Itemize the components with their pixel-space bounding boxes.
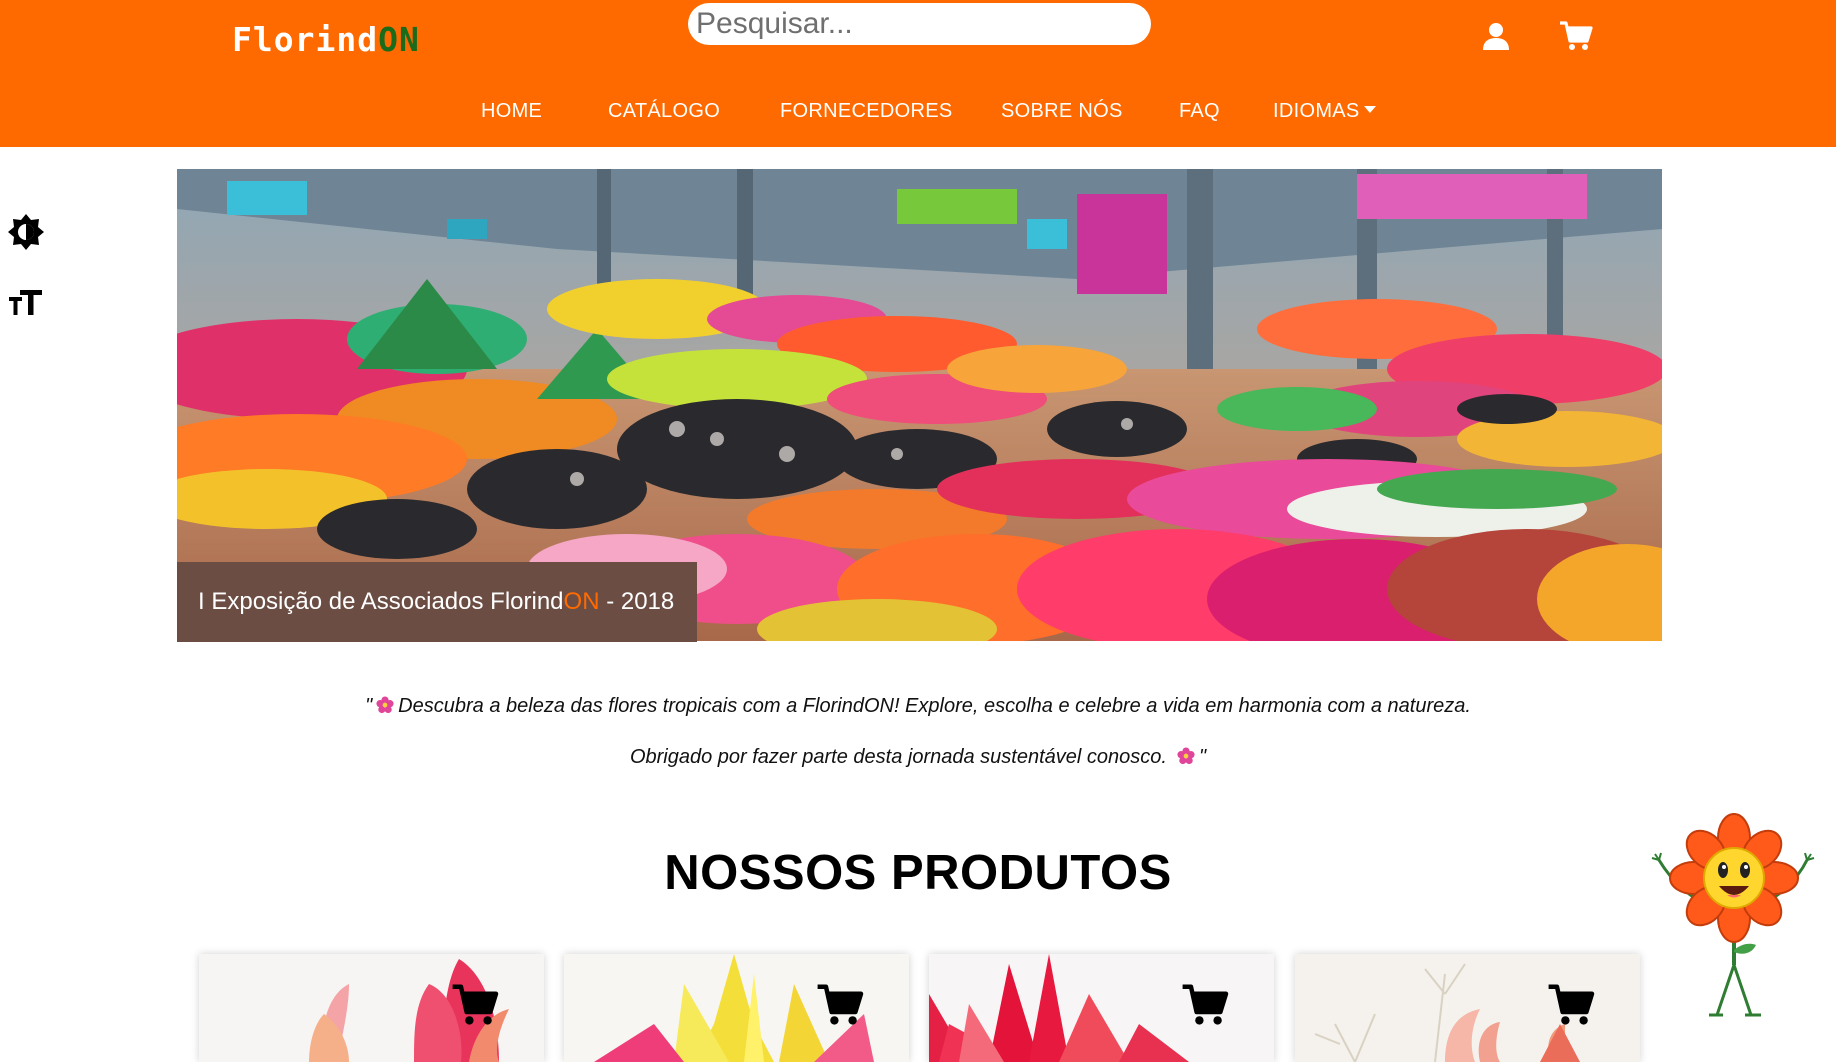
product-card[interactable] — [199, 954, 544, 1062]
main-nav: HOME CATÁLOGO FORNECEDORES SOBRE NÓS FAQ… — [0, 100, 1836, 126]
flower-icon — [376, 696, 394, 714]
quote-close-mark: " — [1198, 746, 1207, 768]
cart-icon[interactable] — [1558, 18, 1594, 54]
product-card[interactable] — [929, 954, 1274, 1062]
nav-home[interactable]: HOME — [481, 100, 542, 123]
quote-line-2: Obrigado por fazer parte desta jornada s… — [0, 746, 1836, 769]
nav-fornecedores[interactable]: FORNECEDORES — [780, 100, 953, 123]
add-to-cart-icon[interactable] — [1180, 984, 1230, 1031]
nav-sobre-nos[interactable]: SOBRE NÓS — [1001, 100, 1123, 123]
user-icon[interactable] — [1478, 18, 1514, 54]
quote-text-2: Obrigado por fazer parte desta jornada s… — [629, 746, 1167, 768]
nav-faq[interactable]: FAQ — [1179, 100, 1220, 123]
product-card[interactable] — [1295, 954, 1640, 1062]
add-to-cart-icon[interactable] — [1546, 984, 1596, 1031]
add-to-cart-icon[interactable] — [450, 984, 500, 1031]
nav-catalogo[interactable]: CATÁLOGO — [608, 100, 720, 123]
contrast-icon[interactable] — [6, 212, 46, 252]
quote-open-mark: " — [365, 695, 373, 717]
hero-caption-text: I Exposição de Associados Florind — [198, 588, 564, 615]
quote-line-1: " Descubra a beleza das flores tropicais … — [0, 695, 1836, 718]
nav-idiomas[interactable]: IDIOMAS — [1273, 100, 1376, 123]
hero-caption-on: ON — [563, 588, 600, 615]
quote-text-1: Descubra a beleza das flores tropicais c… — [398, 695, 1471, 717]
logo-text-on: ON — [378, 20, 420, 59]
flower-mascot-icon[interactable] — [1651, 800, 1817, 1022]
add-to-cart-icon[interactable] — [815, 984, 865, 1031]
nav-idiomas-label: IDIOMAS — [1273, 100, 1360, 122]
product-card[interactable] — [564, 954, 909, 1062]
chevron-down-icon — [1363, 106, 1376, 114]
logo-text-florind: Florind — [232, 20, 379, 59]
site-header: FlorindON HOME CATÁLOGO FORNECEDORES SOB… — [0, 0, 1836, 147]
hero-caption-year: - 2018 — [599, 588, 675, 615]
search-input[interactable] — [688, 3, 1151, 45]
products-section-title: NOSSOS PRODUTOS — [664, 846, 1172, 900]
flower-icon — [1177, 747, 1195, 765]
font-size-icon[interactable] — [6, 283, 46, 323]
hero-caption: I Exposição de Associados Florind ON - 20… — [177, 562, 697, 642]
logo[interactable]: FlorindON — [232, 20, 420, 59]
